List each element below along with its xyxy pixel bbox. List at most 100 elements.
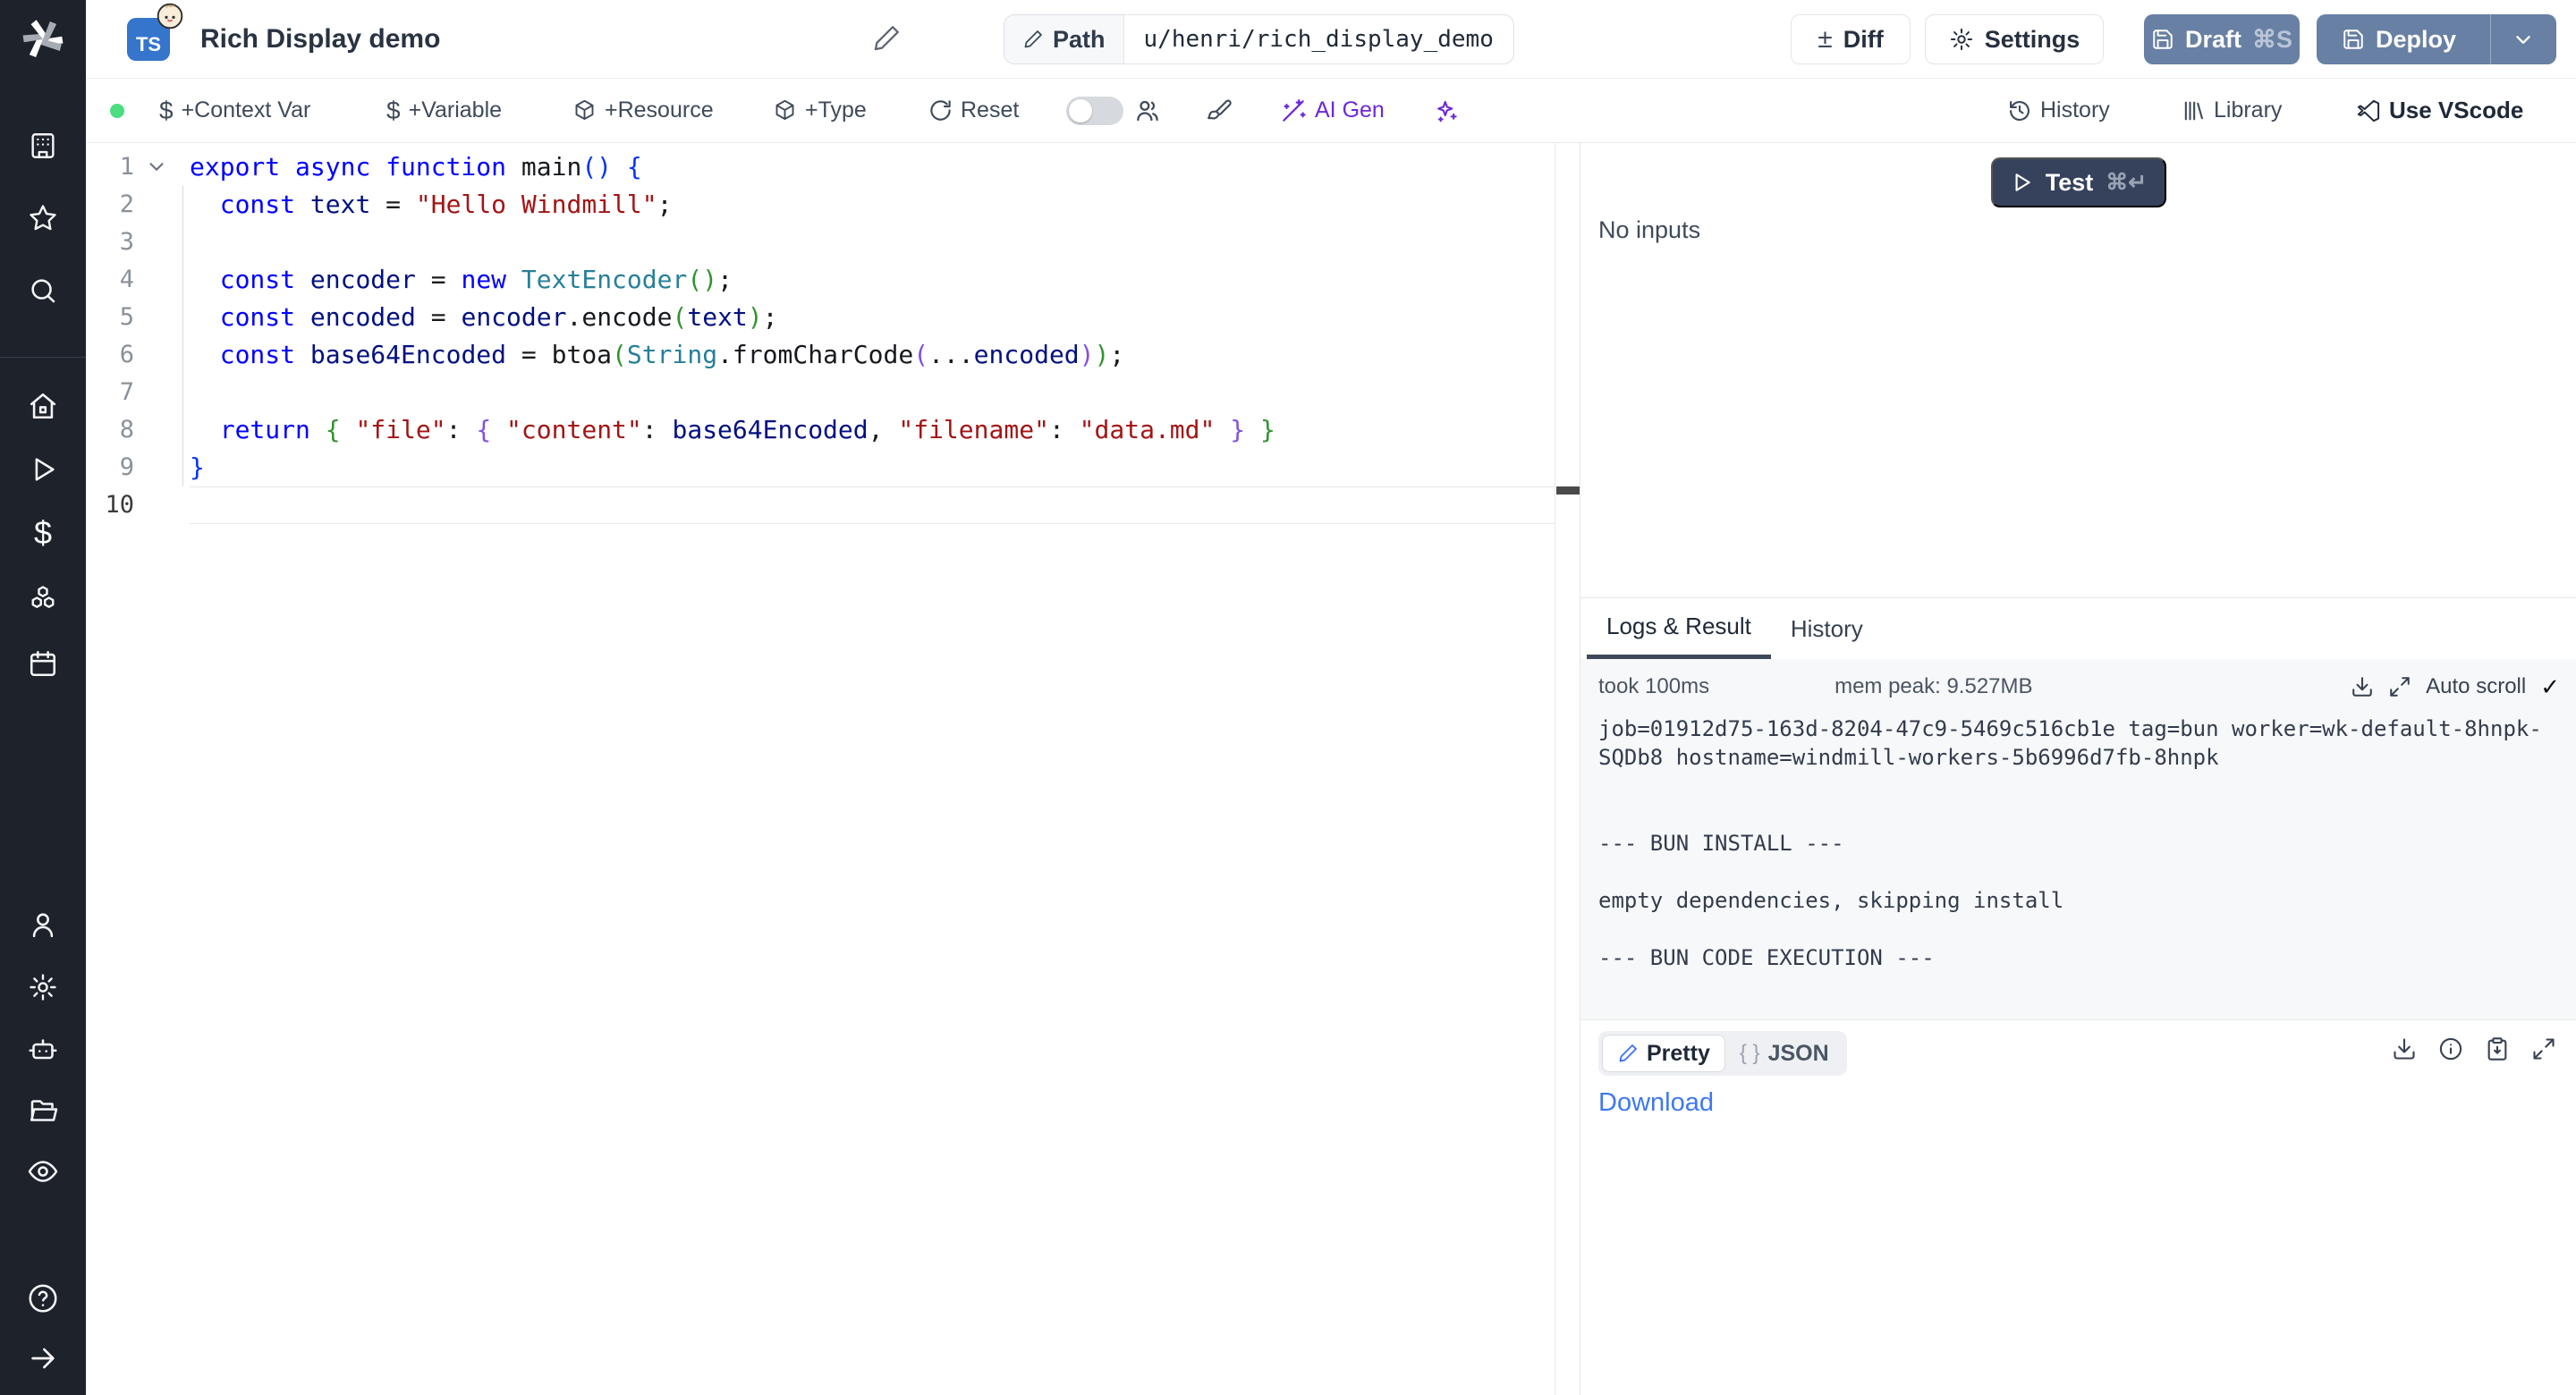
code-line[interactable]: export async function main() { (190, 148, 1555, 186)
tab-logs-result[interactable]: Logs & Result (1587, 598, 1771, 659)
workers-robot-icon[interactable] (27, 1034, 59, 1066)
json-label: JSON (1768, 1041, 1829, 1067)
download-result-icon[interactable] (2392, 1036, 2417, 1061)
expand-result-icon[interactable] (2531, 1036, 2556, 1061)
path-label[interactable]: Path (1004, 15, 1124, 63)
took-duration: took 100ms (1598, 674, 1709, 699)
history-label: History (2040, 97, 2110, 123)
log-line: --- BUN CODE EXECUTION --- (1598, 943, 2546, 972)
log-line (1598, 800, 2546, 829)
download-result-link[interactable]: Download (1598, 1088, 1714, 1118)
pretty-view-button[interactable]: Pretty (1602, 1035, 1725, 1072)
add-type-label: +Type (805, 97, 867, 123)
search-icon[interactable] (28, 275, 58, 306)
run-panel: Test ⌘↵ No inputs Logs & Result History … (1580, 143, 2576, 1395)
format-brush-button[interactable] (1206, 79, 1233, 142)
package-box-icon (773, 98, 797, 123)
save-deploy-icon (2342, 28, 2365, 51)
add-type-button[interactable]: +Type (773, 79, 867, 142)
code-line[interactable]: const base64Encoded = btoa(String.fromCh… (190, 336, 1555, 374)
help-icon[interactable] (27, 1282, 59, 1315)
variables-dollar-icon[interactable]: $ (34, 517, 52, 549)
dollar-icon: $ (159, 97, 174, 125)
code-line[interactable] (190, 486, 1555, 524)
deploy-dropdown-button[interactable] (2490, 14, 2555, 64)
play-icon (2010, 171, 2033, 194)
sparkles-icon (1433, 97, 1460, 124)
log-line (1598, 772, 2546, 800)
windmill-logo-icon[interactable] (18, 14, 68, 64)
expand-sidebar-arrow-icon[interactable] (28, 1343, 58, 1374)
add-resource-button[interactable]: +Resource (572, 79, 714, 142)
copy-clipboard-icon[interactable] (2485, 1036, 2510, 1061)
test-button[interactable]: Test ⌘↵ (1991, 157, 2166, 207)
code-content[interactable]: export async function main() { const tex… (190, 143, 1555, 1395)
eye-icon[interactable] (27, 1155, 59, 1188)
add-context-var-button[interactable]: $ +Context Var (159, 79, 310, 142)
collaborators-button[interactable] (1134, 79, 1161, 142)
line-number: 5 (86, 299, 190, 336)
workspace-building-icon[interactable] (28, 131, 58, 161)
deploy-button[interactable]: Deploy (2318, 14, 2479, 64)
path-edit-pencil-icon (1022, 29, 1044, 50)
magic-wand-icon (1280, 97, 1307, 124)
settings-gear-icon[interactable] (28, 972, 58, 1002)
tab-history[interactable]: History (1771, 598, 1883, 659)
diff-button[interactable]: ± Diff (1791, 14, 1911, 64)
runs-play-icon[interactable] (28, 454, 58, 485)
job-logs: job=01912d75-163d-8204-47c9-5469c516cb1e… (1598, 714, 2546, 972)
ai-gen-button[interactable]: AI Gen (1280, 79, 1385, 142)
expand-logs-icon[interactable] (2388, 675, 2411, 698)
code-editor[interactable]: 12345678910 export async function main()… (86, 143, 1580, 1395)
draft-shortcut: ⌘S (2252, 26, 2292, 54)
code-line[interactable] (190, 224, 1555, 261)
no-inputs-text: No inputs (1598, 216, 1700, 244)
settings-gear-icon (1949, 27, 1974, 52)
favorites-star-icon[interactable] (28, 203, 58, 233)
draft-button[interactable]: Draft ⌘S (2144, 14, 2300, 64)
line-number: 1 (86, 148, 190, 186)
overview-ruler (1555, 143, 1580, 1395)
indent-guide (182, 186, 183, 486)
log-line (1598, 915, 2546, 943)
path-field[interactable]: Path u/henri/rich_display_demo (1004, 14, 1514, 64)
line-number: 6 (86, 336, 190, 374)
code-line[interactable]: const encoder = new TextEncoder(); (190, 261, 1555, 299)
result-actions (2392, 1036, 2556, 1061)
fold-chevron-down-icon[interactable] (145, 155, 168, 178)
line-number: 2 (86, 186, 190, 224)
sidebar-divider (0, 357, 86, 358)
edit-title-pencil-icon[interactable] (871, 23, 902, 54)
pretty-pen-icon (1617, 1043, 1639, 1064)
download-logs-icon[interactable] (2351, 675, 2374, 698)
editor-gutter: 12345678910 (86, 143, 190, 1395)
reset-button[interactable]: Reset (928, 79, 1019, 142)
use-vscode-button[interactable]: Use VScode (2356, 79, 2523, 142)
history-button[interactable]: History (2007, 79, 2110, 142)
topbar: TS Rich Display demo Path u/henri/rich_d… (86, 0, 2576, 79)
diff-mode-toggle[interactable] (1066, 97, 1123, 125)
code-line[interactable]: const encoded = encoder.encode(text); (190, 299, 1555, 336)
ai-gen-label: AI Gen (1315, 97, 1385, 123)
code-line[interactable]: return { "file": { "content": base64Enco… (190, 411, 1555, 449)
code-line[interactable] (190, 374, 1555, 411)
ai-sparkles-button[interactable] (1433, 79, 1460, 142)
settings-button[interactable]: Settings (1925, 14, 2104, 64)
auto-scroll-checkmark[interactable]: ✓ (2540, 673, 2560, 701)
schedules-calendar-icon[interactable] (28, 648, 58, 679)
resources-cubes-icon[interactable] (27, 583, 59, 615)
bun-runtime-icon (156, 2, 184, 30)
json-view-button[interactable]: { } JSON (1725, 1035, 1843, 1072)
status-dot (110, 104, 124, 118)
code-line[interactable]: } (190, 449, 1555, 486)
home-icon[interactable] (28, 391, 58, 421)
add-resource-label: +Resource (605, 97, 714, 123)
auto-scroll-label[interactable]: Auto scroll (2426, 674, 2526, 699)
path-value[interactable]: u/henri/rich_display_demo (1124, 15, 1513, 63)
library-button[interactable]: Library (2181, 79, 2282, 142)
info-icon[interactable] (2438, 1036, 2463, 1061)
folders-icon[interactable] (27, 1095, 59, 1127)
user-icon[interactable] (28, 909, 58, 940)
add-variable-button[interactable]: $ +Variable (386, 79, 502, 142)
code-line[interactable]: const text = "Hello Windmill"; (190, 186, 1555, 224)
